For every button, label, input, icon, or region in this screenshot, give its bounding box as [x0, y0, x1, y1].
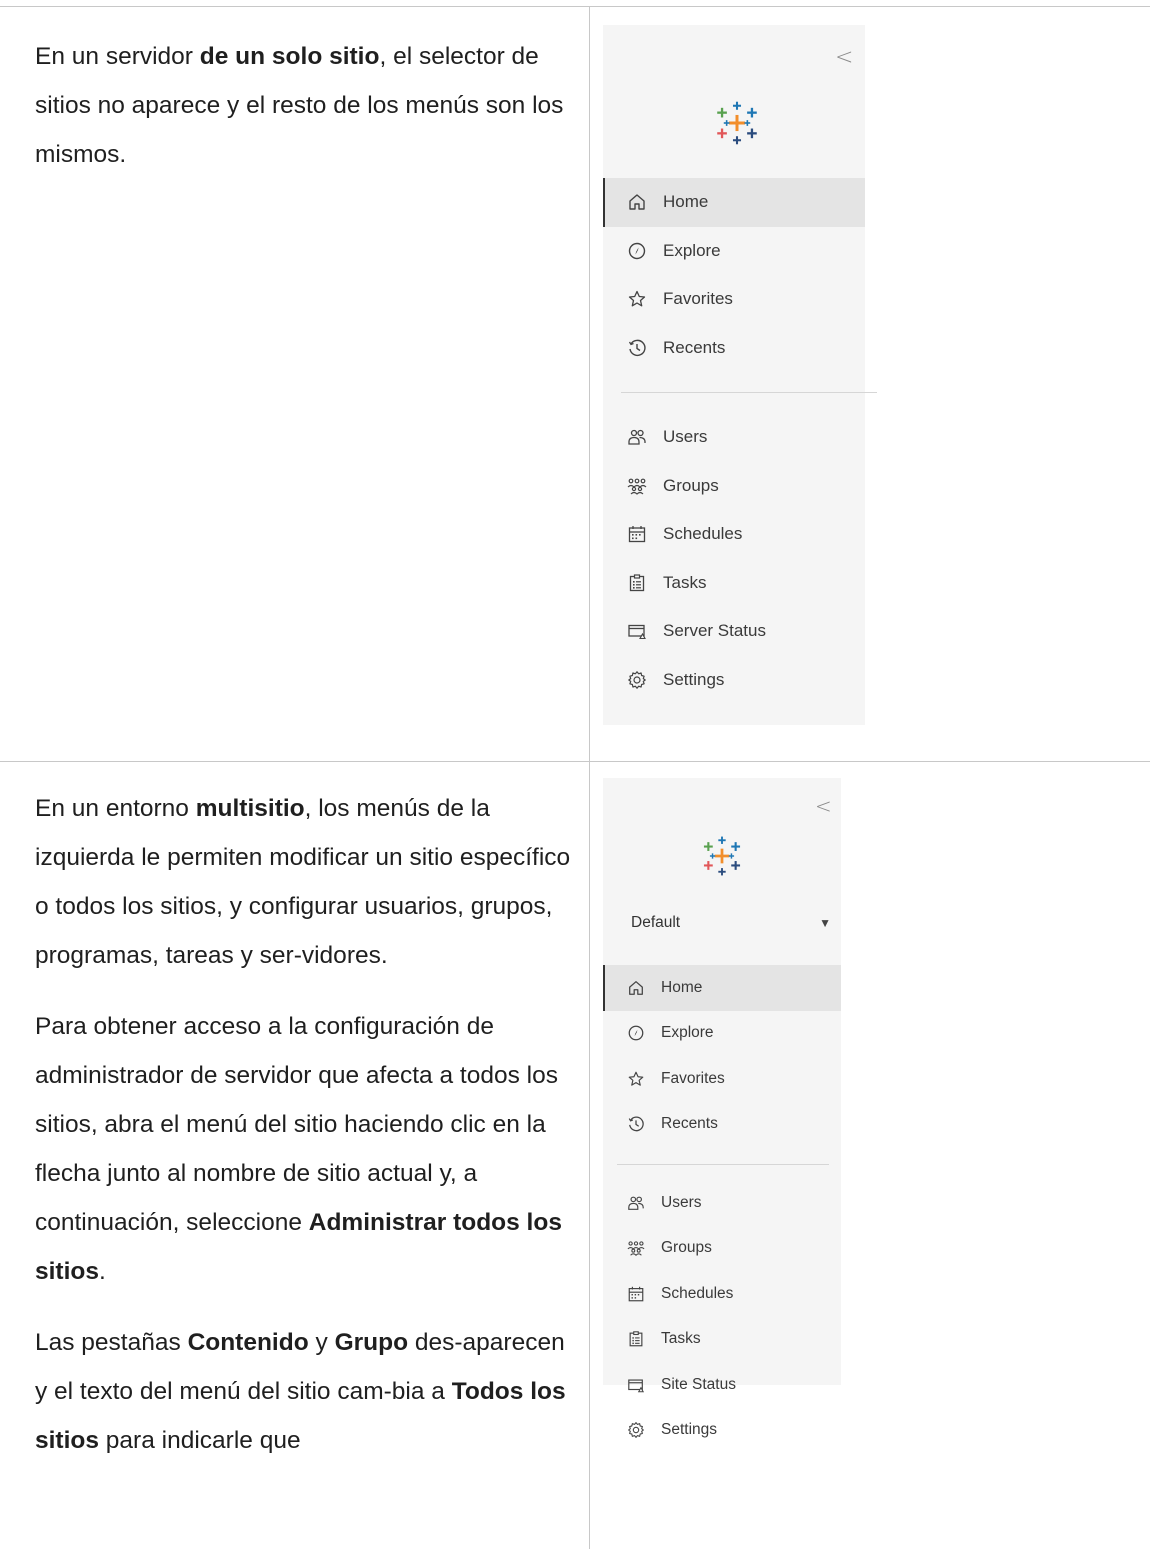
bold-term: Contenido: [187, 1329, 309, 1356]
sidebar-item-label: Home: [661, 978, 703, 996]
row1-paragraph: En un servidor de un solo sitio, el sele…: [35, 43, 564, 168]
sidebar-nav-admin: Users Groups Schedules Tasks Server Status Se…: [603, 413, 865, 704]
home-icon: [627, 979, 645, 997]
sidebar-item-tasks[interactable]: Tasks: [603, 559, 865, 608]
sidebar-item-favorites[interactable]: Favorites: [603, 275, 865, 324]
collapse-sidebar-button[interactable]: <: [815, 794, 832, 818]
sidebar-divider: [617, 1164, 829, 1165]
sidebar-item-label: Settings: [663, 669, 725, 689]
sidebar-item-settings[interactable]: Settings: [603, 656, 865, 705]
sidebar-item-label: Schedules: [663, 524, 743, 544]
tasks-icon: [627, 1330, 645, 1348]
sidebar-item-label: Groups: [661, 1239, 712, 1257]
tableau-logo-icon: [714, 100, 760, 146]
users-icon: [627, 1194, 645, 1212]
star-icon: [627, 1070, 645, 1088]
bold-term: Grupo: [334, 1329, 409, 1356]
row-divider: [0, 761, 1150, 762]
calendar-icon: [627, 524, 647, 544]
sidebar-item-label: Recents: [663, 337, 726, 357]
sidebar-panel-single-site: < Home Explore Favorites Recents Users Groups S…: [603, 25, 877, 725]
sidebar-item-users[interactable]: Users: [603, 1180, 841, 1226]
sidebar-nav-primary: Home Explore Favorites Recents: [603, 178, 865, 372]
row1-description: En un servidor de un solo sitio, el sele…: [35, 32, 580, 179]
sidebar-item-label: Schedules: [661, 1284, 734, 1302]
sidebar-item-label: Users: [663, 427, 708, 447]
sidebar-item-label: Home: [663, 192, 709, 212]
clock-icon: [627, 1115, 645, 1133]
gear-icon: [627, 670, 647, 690]
sidebar-item-schedules[interactable]: Schedules: [603, 510, 865, 559]
sidebar-item-groups[interactable]: Groups: [603, 1226, 841, 1272]
sidebar-item-label: Groups: [663, 475, 719, 495]
collapse-sidebar-button[interactable]: <: [835, 45, 853, 70]
site-name: Default: [631, 914, 681, 931]
sidebar-panel-multisite: < Default ▼ Home Explore Favorites Recents User…: [603, 778, 841, 1438]
sidebar-divider: [621, 392, 877, 393]
chevron-down-icon: ▼: [819, 916, 831, 930]
sidebar-item-label: Explore: [661, 1024, 714, 1042]
sidebar-item-recents[interactable]: Recents: [603, 324, 865, 373]
compass-icon: [627, 241, 647, 261]
calendar-icon: [627, 1285, 645, 1303]
sidebar-item-label: Explore: [663, 240, 721, 260]
status-icon: [627, 621, 647, 641]
sidebar-item-label: Recents: [661, 1115, 718, 1133]
bold-term: de un solo sitio: [199, 43, 380, 70]
groups-icon: [627, 476, 647, 496]
groups-icon: [627, 1239, 645, 1257]
site-selector-dropdown[interactable]: Default ▼: [631, 914, 831, 932]
sidebar-item-home[interactable]: Home: [603, 178, 865, 227]
sidebar-item-home[interactable]: Home: [603, 965, 841, 1011]
sidebar-item-users[interactable]: Users: [603, 413, 865, 462]
row2-paragraph-1: En un entorno multisitio, los menús de l…: [35, 795, 571, 969]
tasks-icon: [627, 573, 647, 593]
home-icon: [627, 192, 647, 212]
gear-icon: [627, 1421, 645, 1439]
sidebar-nav-primary: Home Explore Favorites Recents: [603, 965, 841, 1147]
sidebar-item-label: Site Status: [661, 1375, 736, 1393]
status-icon: [627, 1376, 645, 1394]
sidebar-item-server-status[interactable]: Server Status: [603, 607, 865, 656]
sidebar-item-label: Settings: [661, 1421, 718, 1439]
bold-term: multisitio: [195, 795, 305, 822]
sidebar-item-explore[interactable]: Explore: [603, 1011, 841, 1057]
sidebar-item-site-status[interactable]: Site Status: [603, 1362, 841, 1408]
tableau-logo-icon: [701, 835, 743, 877]
sidebar-item-schedules[interactable]: Schedules: [603, 1271, 841, 1317]
sidebar-item-label: Server Status: [663, 621, 766, 641]
sidebar-item-settings[interactable]: Settings: [603, 1408, 841, 1454]
sidebar-item-label: Tasks: [661, 1330, 701, 1348]
sidebar-item-label: Users: [661, 1193, 702, 1211]
column-divider: [589, 6, 590, 1549]
clock-icon: [627, 338, 647, 358]
row2-paragraph-3: Las pestañas Contenido y Grupo des-apare…: [35, 1329, 566, 1454]
sidebar-nav-admin: Users Groups Schedules Tasks Site Status Sett…: [603, 1180, 841, 1453]
sidebar-item-tasks[interactable]: Tasks: [603, 1317, 841, 1363]
sidebar-item-label: Tasks: [663, 572, 707, 592]
sidebar-item-explore[interactable]: Explore: [603, 227, 865, 276]
table-top-border: [0, 6, 1150, 7]
sidebar-item-groups[interactable]: Groups: [603, 462, 865, 511]
star-icon: [627, 289, 647, 309]
sidebar-item-label: Favorites: [661, 1069, 725, 1087]
users-icon: [627, 427, 647, 447]
sidebar-item-label: Favorites: [663, 289, 733, 309]
compass-icon: [627, 1024, 645, 1042]
row2-description: En un entorno multisitio, los menús de l…: [35, 784, 580, 1465]
sidebar-item-recents[interactable]: Recents: [603, 1102, 841, 1148]
row2-paragraph-2: Para obtener acceso a la configuración d…: [35, 1013, 562, 1285]
sidebar-item-favorites[interactable]: Favorites: [603, 1056, 841, 1102]
